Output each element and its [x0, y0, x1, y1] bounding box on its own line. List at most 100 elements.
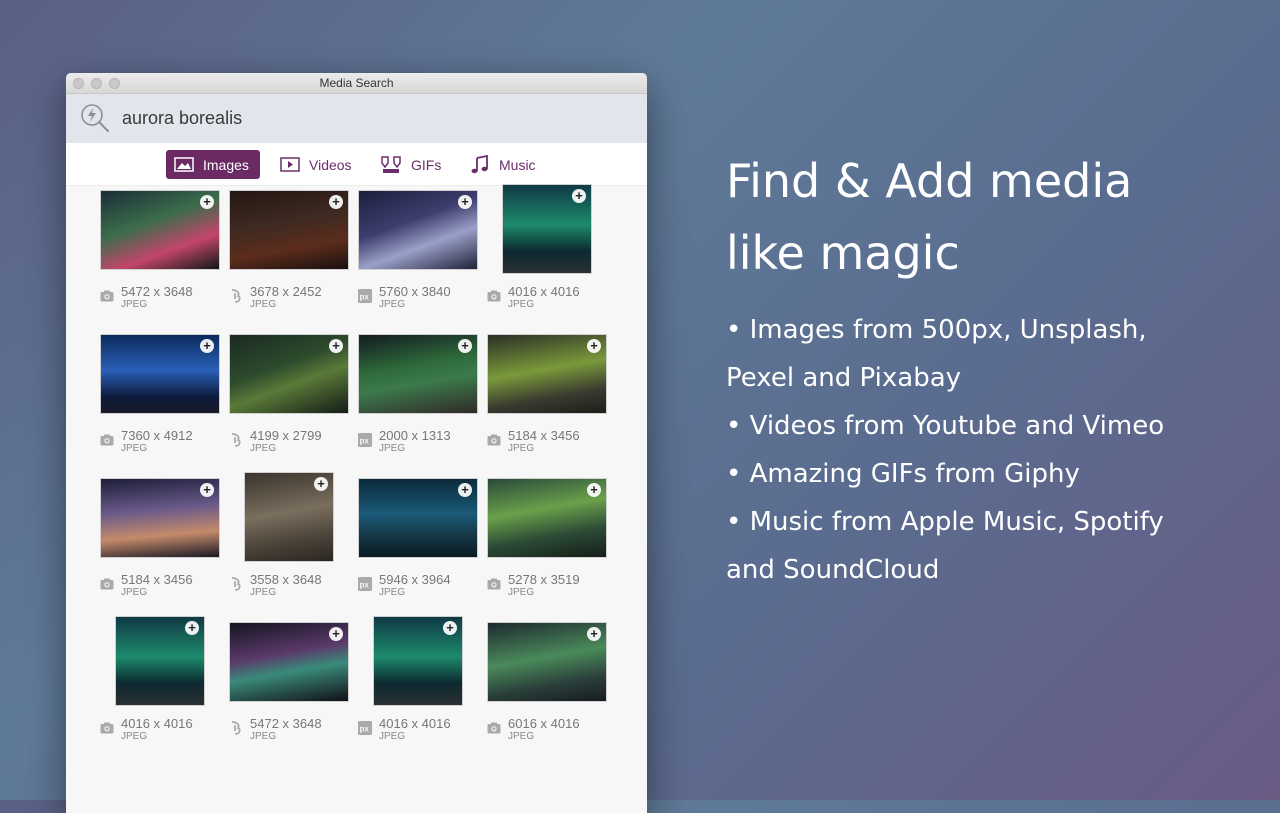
add-media-button[interactable]: + — [443, 621, 457, 635]
result-format: JPEG — [121, 299, 148, 310]
image-icon — [174, 157, 194, 172]
add-media-button[interactable]: + — [200, 195, 214, 209]
result-dimensions: 4016 x 4016 — [121, 716, 193, 731]
tab-music[interactable]: Music — [462, 150, 546, 179]
result-format: JPEG — [121, 731, 148, 742]
add-media-button[interactable]: + — [200, 483, 214, 497]
camera-icon — [100, 721, 114, 735]
result-item[interactable]: +5184 x 3456 JPEG — [487, 329, 616, 461]
result-item[interactable]: +4199 x 2799 JPEG — [229, 329, 358, 461]
result-dimensions: 4199 x 2799 — [250, 428, 322, 443]
add-media-button[interactable]: + — [587, 627, 601, 641]
result-thumbnail[interactable]: + — [229, 334, 349, 414]
result-item[interactable]: +5472 x 3648 JPEG — [229, 617, 358, 749]
svg-text:px: px — [360, 437, 370, 446]
result-format: JPEG — [250, 299, 277, 310]
result-format: JPEG — [508, 443, 535, 454]
result-thumbnail[interactable]: + — [487, 334, 607, 414]
result-format: JPEG — [250, 731, 277, 742]
result-item[interactable]: +6016 x 4016 JPEG — [487, 617, 616, 749]
result-format: JPEG — [379, 443, 406, 454]
headline-line: like magic — [726, 226, 960, 280]
add-media-button[interactable]: + — [458, 339, 472, 353]
tab-videos[interactable]: Videos — [272, 150, 362, 179]
tab-label: GIFs — [411, 156, 442, 173]
result-item[interactable]: +5184 x 3456 JPEG — [100, 473, 229, 605]
result-thumbnail[interactable]: + — [358, 478, 478, 558]
result-format: JPEG — [250, 587, 277, 598]
add-media-button[interactable]: + — [587, 483, 601, 497]
result-item[interactable]: +4016 x 4016 JPEG — [100, 616, 229, 749]
add-media-button[interactable]: + — [185, 621, 199, 635]
result-thumbnail[interactable]: + — [487, 622, 607, 702]
tab-images[interactable]: Images — [166, 150, 260, 179]
result-dimensions: 5278 x 3519 — [508, 572, 580, 587]
unsplash-icon — [229, 433, 243, 447]
result-thumbnail[interactable]: + — [502, 184, 592, 274]
feature-line: • Amazing GIFs from Giphy — [726, 459, 1080, 489]
add-media-button[interactable]: + — [458, 195, 472, 209]
result-thumbnail[interactable]: + — [358, 334, 478, 414]
search-input[interactable] — [122, 105, 602, 131]
tab-label: Videos — [309, 156, 352, 173]
result-format: JPEG — [379, 587, 406, 598]
add-media-button[interactable]: + — [329, 627, 343, 641]
feature-list: • Images from 500px, Unsplash, Pexel and… — [726, 306, 1266, 594]
add-media-button[interactable]: + — [329, 339, 343, 353]
unsplash-icon — [229, 289, 243, 303]
result-thumbnail[interactable]: + — [229, 622, 349, 702]
result-item[interactable]: + px 2000 x 1313 JPEG — [358, 329, 487, 461]
camera-icon — [100, 433, 114, 447]
result-thumbnail[interactable]: + — [100, 478, 220, 558]
result-item[interactable]: +3678 x 2452 JPEG — [229, 185, 358, 317]
add-media-button[interactable]: + — [587, 339, 601, 353]
media-search-window: Media Search Images Videos — [66, 73, 647, 813]
play-icon — [280, 157, 300, 172]
result-thumbnail[interactable]: + — [487, 478, 607, 558]
result-thumbnail[interactable]: + — [100, 190, 220, 270]
svg-text:px: px — [360, 725, 370, 734]
feature-line: and SoundCloud — [726, 555, 940, 585]
tab-gifs[interactable]: GIFs — [372, 150, 451, 179]
result-format: JPEG — [121, 443, 148, 454]
pixabay-icon: px — [358, 433, 372, 447]
result-item[interactable]: + px 5760 x 3840 JPEG — [358, 185, 487, 317]
result-thumbnail[interactable]: + — [100, 334, 220, 414]
music-note-icon — [470, 154, 490, 175]
tab-label: Images — [203, 156, 249, 173]
search-icon — [80, 103, 110, 138]
result-item[interactable]: + px 5946 x 3964 JPEG — [358, 473, 487, 605]
result-dimensions: 5472 x 3648 — [250, 716, 322, 731]
result-dimensions: 5946 x 3964 — [379, 572, 451, 587]
result-thumbnail[interactable]: + — [358, 190, 478, 270]
result-item[interactable]: + px 4016 x 4016 JPEG — [358, 616, 487, 749]
result-thumbnail[interactable]: + — [373, 616, 463, 706]
result-thumbnail[interactable]: + — [115, 616, 205, 706]
pixabay-icon: px — [358, 577, 372, 591]
result-thumbnail[interactable]: + — [244, 472, 334, 562]
window-title: Media Search — [319, 76, 394, 90]
result-item[interactable]: +7360 x 4912 JPEG — [100, 329, 229, 461]
result-dimensions: 5472 x 3648 — [121, 284, 193, 299]
add-media-button[interactable]: + — [572, 189, 586, 203]
result-item[interactable]: +4016 x 4016 JPEG — [487, 184, 616, 317]
result-dimensions: 4016 x 4016 — [508, 284, 580, 299]
add-media-button[interactable]: + — [458, 483, 472, 497]
result-format: JPEG — [508, 299, 535, 310]
result-dimensions: 6016 x 4016 — [508, 716, 580, 731]
result-item[interactable]: +5278 x 3519 JPEG — [487, 473, 616, 605]
result-thumbnail[interactable]: + — [229, 190, 349, 270]
result-item[interactable]: +5472 x 3648 JPEG — [100, 185, 229, 317]
result-item[interactable]: +3558 x 3648 JPEG — [229, 472, 358, 605]
camera-icon — [487, 577, 501, 591]
result-format: JPEG — [508, 587, 535, 598]
add-media-button[interactable]: + — [200, 339, 214, 353]
result-dimensions: 7360 x 4912 — [121, 428, 193, 443]
feature-line: • Videos from Youtube and Vimeo — [726, 411, 1165, 441]
add-media-button[interactable]: + — [329, 195, 343, 209]
result-dimensions: 3558 x 3648 — [250, 572, 322, 587]
add-media-button[interactable]: + — [314, 477, 328, 491]
feature-line: • Images from 500px, Unsplash, — [726, 315, 1147, 345]
window-titlebar: Media Search — [66, 73, 647, 94]
tab-label: Music — [499, 156, 536, 173]
